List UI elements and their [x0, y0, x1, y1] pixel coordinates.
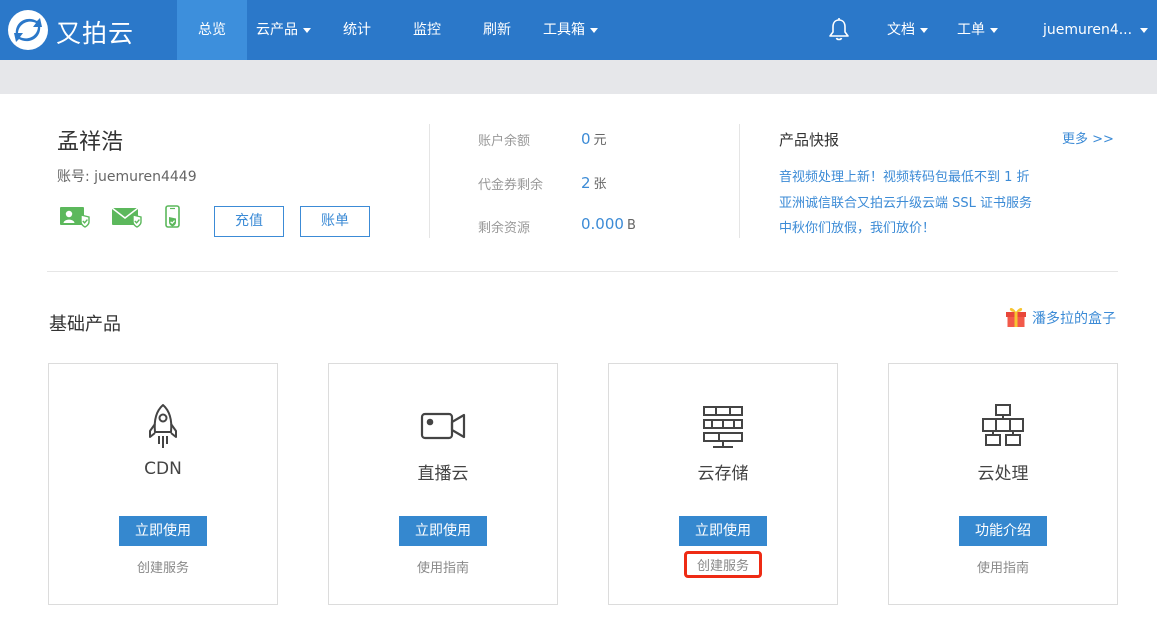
process-flow-icon [979, 402, 1027, 450]
nav-monitoring[interactable]: 监控 [413, 0, 441, 60]
product-name: 云存储 [697, 464, 749, 484]
nav-toolbox[interactable]: 工具箱 [543, 0, 598, 60]
use-now-button[interactable]: 立即使用 [399, 516, 487, 546]
divider [739, 124, 740, 238]
caret-down-icon [303, 27, 311, 33]
news-item[interactable]: 音视频处理上新！视频转码包最低不到 1 折 [779, 166, 1030, 185]
nav-tickets[interactable]: 工单 [957, 0, 998, 60]
nav-refresh[interactable]: 刷新 [483, 0, 511, 60]
news-item[interactable]: 亚洲诚信联合又拍云升级云端 SSL 证书服务 [779, 192, 1032, 211]
nav-docs[interactable]: 文档 [887, 0, 928, 60]
balance-value: 0元 [581, 130, 607, 148]
caret-down-icon [990, 27, 998, 33]
recharge-button[interactable]: 充值 [214, 206, 284, 237]
resource-label: 剩余资源 [478, 221, 531, 236]
news-more-link[interactable]: 更多 >> [1062, 128, 1114, 147]
use-now-button[interactable]: 立即使用 [679, 516, 767, 546]
nav-overview[interactable]: 总览 [177, 0, 247, 60]
section-title: 基础产品 [49, 314, 121, 335]
account-id: 账号: juemuren4449 [57, 169, 197, 185]
usage-guide-link[interactable]: 使用指南 [889, 555, 1117, 578]
create-service-link[interactable]: 创建服务 [609, 551, 837, 578]
email-verified-icon[interactable] [111, 205, 143, 233]
user-display-name: 孟祥浩 [57, 130, 124, 155]
voucher-value: 2张 [581, 174, 607, 192]
video-camera-icon [419, 402, 467, 450]
product-card-cdn: CDN 立即使用 创建服务 [48, 363, 278, 605]
product-card-storage: 云存储 立即使用 创建服务 [608, 363, 838, 605]
upyun-logo-icon [8, 10, 48, 50]
usage-guide-link[interactable]: 使用指南 [329, 555, 557, 578]
nav-statistics[interactable]: 统计 [343, 0, 371, 60]
voucher-label: 代金券剩余 [478, 178, 544, 193]
bill-button[interactable]: 账单 [300, 206, 370, 237]
news-title: 产品快报 [779, 131, 840, 149]
top-navbar: 又拍云 总览 云产品 统计 监控 刷新 工具箱 文档 工单 juemuren4.… [0, 0, 1157, 60]
section-divider [47, 271, 1118, 272]
feature-intro-button[interactable]: 功能介绍 [959, 516, 1047, 546]
product-card-processing: 云处理 功能介绍 使用指南 [888, 363, 1118, 605]
server-stack-icon [699, 402, 747, 450]
rocket-icon [139, 402, 187, 450]
nav-cloud-products[interactable]: 云产品 [256, 0, 311, 60]
balance-label: 账户余额 [478, 134, 531, 149]
phone-verified-icon[interactable] [163, 205, 185, 233]
product-name: CDN [144, 459, 182, 479]
use-now-button[interactable]: 立即使用 [119, 516, 207, 546]
resource-value: 0.000 B [581, 215, 636, 233]
gift-icon [1006, 307, 1026, 327]
notification-bell-icon[interactable] [826, 17, 852, 43]
product-card-live: 直播云 立即使用 使用指南 [328, 363, 558, 605]
product-name: 云处理 [977, 464, 1029, 484]
caret-down-icon [1140, 27, 1149, 33]
caret-down-icon [920, 27, 928, 33]
caret-down-icon [590, 27, 598, 33]
product-name: 直播云 [417, 464, 469, 484]
brand-name: 又拍云 [56, 19, 135, 48]
news-item[interactable]: 中秋你们放假，我们放价！ [779, 217, 935, 236]
create-service-link[interactable]: 创建服务 [49, 555, 277, 578]
identity-verified-icon[interactable] [59, 205, 91, 233]
brand-logo[interactable]: 又拍云 [6, 8, 156, 52]
nav-user-menu[interactable]: juemuren4... [1043, 0, 1149, 60]
divider [429, 124, 430, 238]
sub-header-bar [0, 60, 1157, 94]
